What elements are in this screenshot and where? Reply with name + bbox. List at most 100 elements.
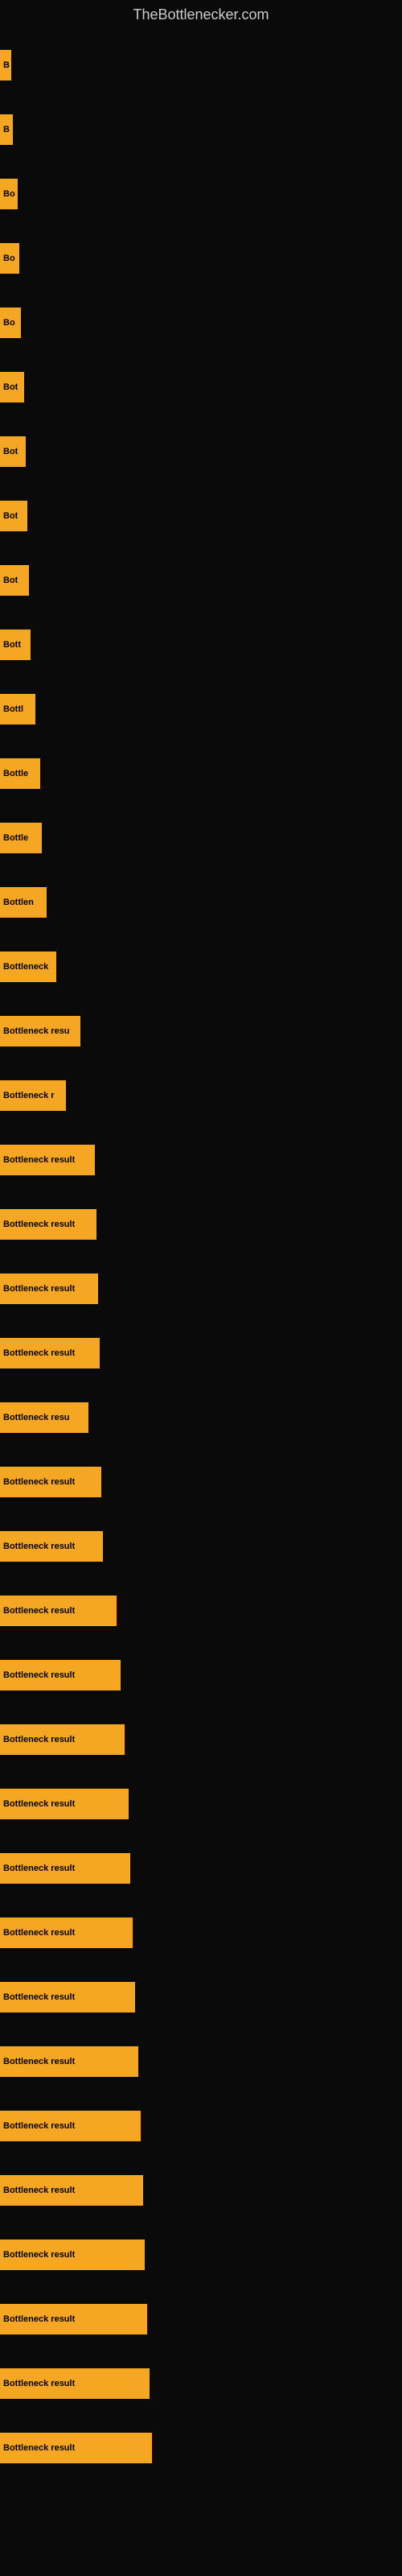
bar-item: Bo xyxy=(0,308,21,338)
bar-label: Bottleneck result xyxy=(3,1864,75,1873)
bar-row: Bottleneck result xyxy=(0,1192,402,1257)
bar-label: Bottleneck result xyxy=(3,1220,75,1229)
bar-item: Bottleneck result xyxy=(0,1145,95,1175)
bar-item: Bottlen xyxy=(0,887,47,918)
bar-row: Bottleneck result xyxy=(0,1321,402,1385)
bar-row: Bot xyxy=(0,355,402,419)
bar-label: Bottleneck resu xyxy=(3,1413,70,1422)
bar-item: Bottleneck result xyxy=(0,2175,143,2206)
bar-item: Bottleneck result xyxy=(0,1467,101,1497)
bar-label: Bottleneck result xyxy=(3,1155,75,1165)
bar-row: Bo xyxy=(0,291,402,355)
bar-item: Bottleneck result xyxy=(0,2240,145,2270)
bar-label: Bottleneck result xyxy=(3,2379,75,2388)
bar-row: B xyxy=(0,97,402,162)
bar-label: Bottleneck result xyxy=(3,1606,75,1616)
bar-row: Bottleneck result xyxy=(0,2416,402,2480)
bar-item: Bottleneck result xyxy=(0,2304,147,2334)
bar-label: Bottleneck result xyxy=(3,1670,75,1680)
bar-item: Bot xyxy=(0,372,24,402)
bar-label: Bottleneck result xyxy=(3,2314,75,2324)
bar-item: Bottleneck result xyxy=(0,1274,98,1304)
bar-label: Bottleneck resu xyxy=(3,1026,70,1036)
bar-label: Bot xyxy=(3,576,18,585)
bar-row: Bott xyxy=(0,613,402,677)
bar-row: Bottle xyxy=(0,806,402,870)
bar-row: Bottleneck result xyxy=(0,1128,402,1192)
bar-item: Bottleneck result xyxy=(0,1918,133,1948)
bar-item: Bot xyxy=(0,565,29,596)
bar-label: Bottleneck result xyxy=(3,1542,75,1551)
bar-row: Bottleneck result xyxy=(0,1579,402,1643)
bar-row: Bottle xyxy=(0,741,402,806)
bar-item: Bot xyxy=(0,436,26,467)
bar-label: Bottleneck r xyxy=(3,1091,55,1100)
bar-item: Bottleneck result xyxy=(0,1209,96,1240)
bar-row: Bottleneck result xyxy=(0,1514,402,1579)
bar-label: Bottle xyxy=(3,833,28,843)
bar-item: B xyxy=(0,114,13,145)
bar-label: Bot xyxy=(3,511,18,521)
bar-row: Bottleneck r xyxy=(0,1063,402,1128)
bar-row: Bottleneck result xyxy=(0,1836,402,1901)
bar-label: Bottleneck result xyxy=(3,2057,75,2066)
bar-item: Bottleneck r xyxy=(0,1080,66,1111)
bar-row: Bot xyxy=(0,419,402,484)
bar-item: Bo xyxy=(0,179,18,209)
bar-item: B xyxy=(0,50,11,80)
bar-row: Bo xyxy=(0,162,402,226)
bar-item: Bottleneck result xyxy=(0,2433,152,2463)
bar-label: Bott xyxy=(3,640,21,650)
bar-item: Bottl xyxy=(0,694,35,724)
bar-label: B xyxy=(3,60,10,70)
bar-label: Bottleneck result xyxy=(3,2250,75,2260)
bar-item: Bottleneck result xyxy=(0,2111,141,2141)
site-title: TheBottlenecker.com xyxy=(0,0,402,33)
bar-label: Bottleneck result xyxy=(3,1799,75,1809)
bar-item: Bottleneck result xyxy=(0,1724,125,1755)
bar-row: Bottleneck resu xyxy=(0,1385,402,1450)
bar-label: Bottleneck xyxy=(3,962,48,972)
bar-label: Bottleneck result xyxy=(3,2186,75,2195)
bar-label: Bottleneck result xyxy=(3,2121,75,2131)
bar-label: Bot xyxy=(3,382,18,392)
bar-row: Bottleneck result xyxy=(0,2158,402,2223)
bar-item: Bottle xyxy=(0,758,40,789)
bar-label: Bottleneck result xyxy=(3,1928,75,1938)
bar-label: Bottleneck result xyxy=(3,1477,75,1487)
bar-row: Bottleneck xyxy=(0,935,402,999)
bar-item: Bottleneck result xyxy=(0,1982,135,2013)
bar-label: Bo xyxy=(3,318,15,328)
bar-item: Bottleneck result xyxy=(0,1853,130,1884)
bar-label: Bottleneck result xyxy=(3,1992,75,2002)
bar-item: Bo xyxy=(0,243,19,274)
bar-label: B xyxy=(3,125,10,134)
bar-item: Bottleneck result xyxy=(0,1660,121,1690)
bar-label: Bottleneck result xyxy=(3,1284,75,1294)
bar-row: Bo xyxy=(0,226,402,291)
bar-label: Bottleneck result xyxy=(3,1348,75,1358)
bar-label: Bottlen xyxy=(3,898,34,907)
bar-item: Bott xyxy=(0,630,31,660)
bar-row: Bottleneck result xyxy=(0,1772,402,1836)
bar-label: Bottl xyxy=(3,704,23,714)
bar-row: Bottleneck result xyxy=(0,1901,402,1965)
bar-item: Bot xyxy=(0,501,27,531)
bar-row: Bottleneck result xyxy=(0,1707,402,1772)
bar-row: Bottleneck result xyxy=(0,1257,402,1321)
bar-item: Bottleneck result xyxy=(0,1338,100,1368)
bar-row: Bot xyxy=(0,548,402,613)
bar-label: Bottleneck result xyxy=(3,1735,75,1744)
bar-label: Bottle xyxy=(3,769,28,778)
bar-row: Bottleneck result xyxy=(0,1965,402,2029)
bar-item: Bottleneck resu xyxy=(0,1016,80,1046)
bar-row: B xyxy=(0,33,402,97)
bar-row: Bottleneck result xyxy=(0,2094,402,2158)
bar-item: Bottleneck result xyxy=(0,2368,150,2399)
bar-item: Bottleneck result xyxy=(0,1596,117,1626)
bar-row: Bottleneck result xyxy=(0,1450,402,1514)
bar-row: Bottleneck result xyxy=(0,2029,402,2094)
bar-item: Bottle xyxy=(0,823,42,853)
bar-row: Bottleneck result xyxy=(0,2351,402,2416)
bar-label: Bo xyxy=(3,254,15,263)
